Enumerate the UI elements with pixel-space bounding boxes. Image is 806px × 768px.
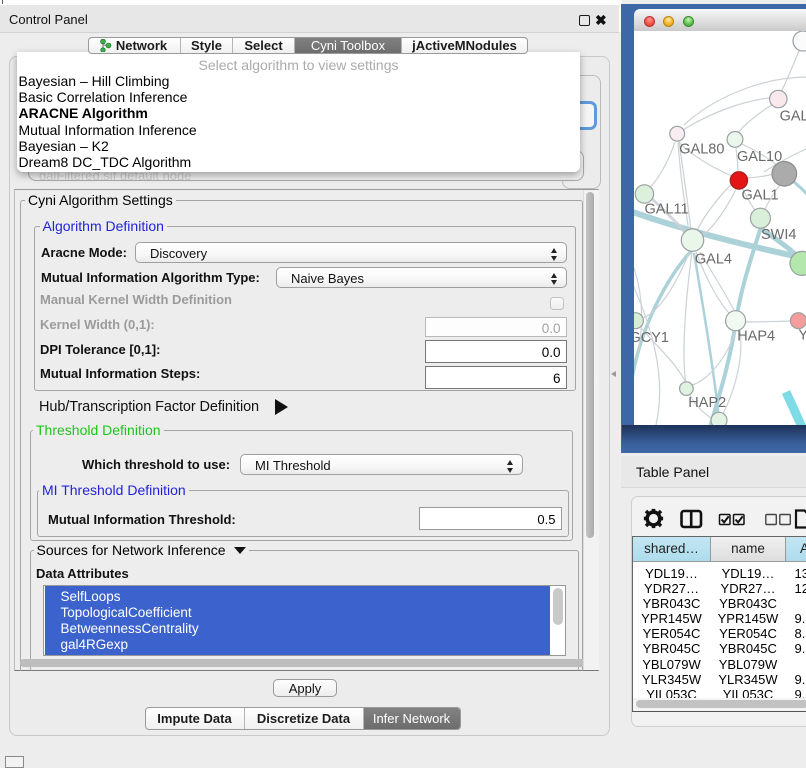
svg-text:GAL11: GAL11 — [645, 202, 689, 218]
svg-text:GAL1: GAL1 — [742, 187, 779, 203]
svg-text:GAL10: GAL10 — [737, 149, 782, 165]
svg-text:GAL4: GAL4 — [695, 252, 732, 268]
svg-text:GAL80: GAL80 — [679, 141, 724, 157]
svg-text:Y: Y — [798, 328, 806, 344]
svg-text:HAP2: HAP2 — [688, 395, 726, 411]
svg-text:SWI4: SWI4 — [761, 227, 796, 243]
svg-text:GCY1: GCY1 — [634, 330, 669, 346]
svg-text:GAL7: GAL7 — [780, 108, 806, 124]
svg-text:HAP4: HAP4 — [737, 328, 775, 344]
